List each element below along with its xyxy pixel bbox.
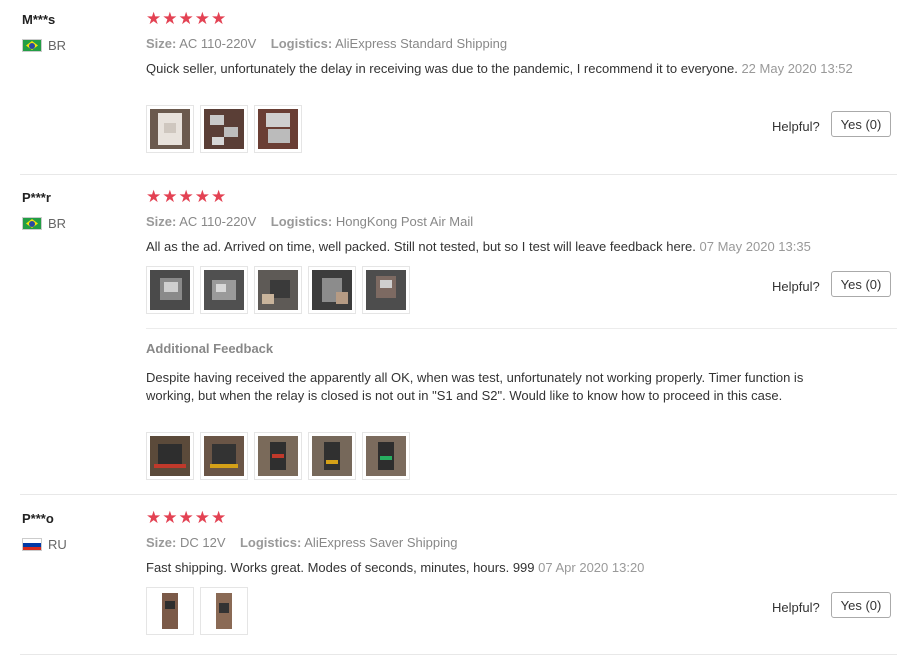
review-text: Fast shipping. Works great. Modes of sec… — [146, 560, 535, 575]
helpful-label: Helpful? — [772, 119, 820, 134]
size-value: AC 110-220V — [179, 214, 257, 229]
additional-feedback-title: Additional Feedback — [146, 341, 274, 356]
star-rating: ★★★★★ — [146, 9, 228, 28]
helpful-yes-button[interactable]: Yes (0) — [831, 271, 891, 297]
country-code: BR — [48, 216, 67, 231]
review-text-block: Fast shipping. Works great. Modes of sec… — [146, 559, 856, 577]
review-date: 22 May 2020 13:52 — [741, 61, 853, 76]
review-text-block: Quick seller, unfortunately the delay in… — [146, 60, 856, 78]
review-photo[interactable] — [146, 432, 194, 480]
country-code: RU — [48, 537, 67, 552]
reviewer-country: BR — [22, 38, 66, 53]
logistics-label: Logistics: — [270, 36, 333, 51]
review-text: Quick seller, unfortunately the delay in… — [146, 61, 738, 76]
review-photos — [146, 105, 302, 153]
review-photos — [146, 587, 248, 635]
review-photo[interactable] — [362, 432, 410, 480]
reviewer-country: BR — [22, 216, 66, 231]
additional-feedback-photos — [146, 432, 410, 480]
size-label: Size: — [146, 535, 177, 550]
review-text: All as the ad. Arrived on time, well pac… — [146, 239, 696, 254]
size-value: DC 12V — [179, 535, 226, 550]
review-photo[interactable] — [200, 432, 248, 480]
reviewer-name: P***o — [22, 511, 54, 526]
reviewer-name: P***r — [22, 190, 51, 205]
review-photo[interactable] — [308, 266, 356, 314]
review-photo[interactable] — [308, 432, 356, 480]
review-photo[interactable] — [146, 105, 194, 153]
size-value: AC 110-220V — [179, 36, 257, 51]
helpful-yes-button[interactable]: Yes (0) — [831, 592, 891, 618]
logistics-value: AliExpress Standard Shipping — [335, 36, 508, 51]
brazil-flag-icon — [22, 39, 42, 52]
review-photo[interactable] — [254, 266, 302, 314]
size-label: Size: — [146, 214, 177, 229]
additional-feedback-divider — [146, 328, 897, 329]
reviewer-country: RU — [22, 537, 67, 552]
review-meta: Size: AC 110-220V Logistics: HongKong Po… — [146, 214, 473, 229]
reviewer-name: M***s — [22, 12, 56, 27]
review-photo[interactable] — [362, 266, 410, 314]
russia-flag-icon — [22, 538, 42, 551]
review-divider — [20, 174, 897, 175]
logistics-value: HongKong Post Air Mail — [335, 214, 474, 229]
logistics-value: AliExpress Saver Shipping — [304, 535, 458, 550]
review-date: 07 Apr 2020 13:20 — [538, 560, 645, 575]
review-date: 07 May 2020 13:35 — [699, 239, 811, 254]
logistics-label: Logistics: — [270, 214, 333, 229]
review-photo[interactable] — [146, 587, 194, 635]
review-photo[interactable] — [200, 587, 248, 635]
review-photo[interactable] — [254, 105, 302, 153]
logistics-label: Logistics: — [239, 535, 302, 550]
size-label: Size: — [146, 36, 177, 51]
review-meta: Size: AC 110-220V Logistics: AliExpress … — [146, 36, 507, 51]
review-meta: Size: DC 12V Logistics: AliExpress Saver… — [146, 535, 457, 550]
star-rating: ★★★★★ — [146, 508, 228, 527]
helpful-label: Helpful? — [772, 600, 820, 615]
helpful-label: Helpful? — [772, 279, 820, 294]
review-text-block: All as the ad. Arrived on time, well pac… — [146, 238, 856, 256]
review-photos — [146, 266, 410, 314]
review-photo[interactable] — [146, 266, 194, 314]
country-code: BR — [48, 38, 67, 53]
additional-feedback-text: Despite having received the apparently a… — [146, 370, 804, 403]
brazil-flag-icon — [22, 217, 42, 230]
review-divider — [20, 494, 897, 495]
review-photo[interactable] — [254, 432, 302, 480]
review-photo[interactable] — [200, 266, 248, 314]
review-photo[interactable] — [200, 105, 248, 153]
helpful-yes-button[interactable]: Yes (0) — [831, 111, 891, 137]
review-divider — [20, 654, 897, 655]
star-rating: ★★★★★ — [146, 187, 228, 206]
